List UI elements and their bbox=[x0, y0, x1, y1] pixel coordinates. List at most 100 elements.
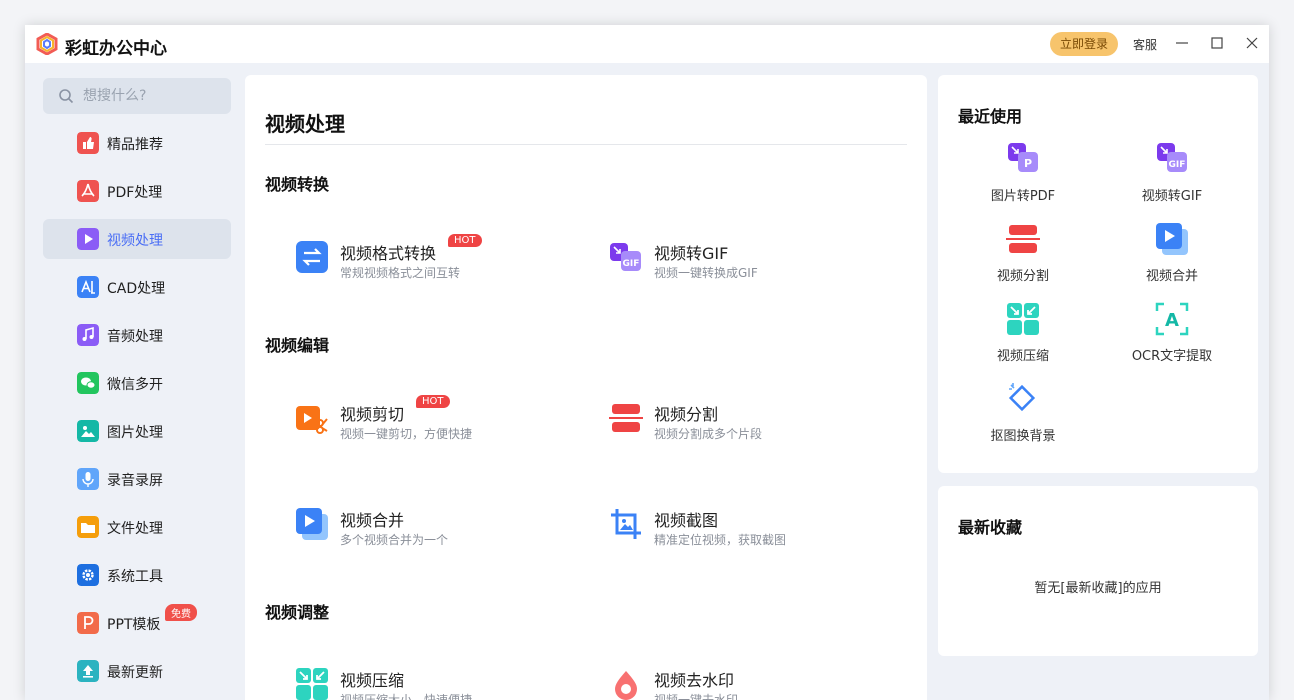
watermark-icon bbox=[615, 671, 637, 700]
svg-text:P: P bbox=[1024, 157, 1032, 170]
recent-label: 视频分割 bbox=[996, 269, 1049, 284]
sidebar-item-image[interactable]: 图片处理 bbox=[43, 411, 231, 451]
recent-label: 图片转PDF bbox=[990, 189, 1056, 204]
tool-desc: 视频一键转换成GIF bbox=[654, 266, 758, 280]
sidebar-item-pdf[interactable]: PDF处理 bbox=[43, 171, 231, 211]
section-title: 视频编辑 bbox=[265, 336, 330, 355]
split-icon bbox=[609, 404, 643, 432]
tool-video-compress[interactable]: 视频压缩 视频压缩大小，快速便捷 bbox=[295, 667, 575, 700]
tool-video-remove-watermark[interactable]: 视频去水印 视频一键去水印 bbox=[609, 667, 889, 700]
app-title: 彩虹办公中心 bbox=[65, 39, 167, 59]
microphone-icon bbox=[77, 468, 99, 490]
tool-name: 视频剪切 bbox=[340, 405, 405, 424]
wechat-icon bbox=[77, 372, 99, 394]
sidebar-item-wechat[interactable]: 微信多开 bbox=[43, 363, 231, 403]
merge-icon bbox=[296, 508, 328, 540]
recent-item-cutout[interactable]: 抠图换背景 bbox=[953, 381, 1093, 451]
sidebar-item-label: 系统工具 bbox=[107, 569, 163, 585]
recent-label: 视频转GIF bbox=[1141, 189, 1203, 204]
minimize-icon[interactable] bbox=[1174, 35, 1190, 51]
tool-video-split[interactable]: 视频分割 视频分割成多个片段 bbox=[609, 401, 889, 451]
recent-label: OCR文字提取 bbox=[1131, 349, 1213, 364]
sidebar-item-cad[interactable]: CAD处理 bbox=[43, 267, 231, 307]
tool-desc: 精准定位视频，获取截图 bbox=[654, 533, 787, 547]
sidebar-item-label: 文件处理 bbox=[107, 521, 163, 537]
scissors-icon bbox=[296, 406, 328, 434]
sidebar-item-label: 视频处理 bbox=[107, 233, 163, 249]
login-button[interactable]: 立即登录 bbox=[1050, 32, 1118, 56]
search-input[interactable] bbox=[83, 78, 223, 114]
compress-icon bbox=[296, 668, 328, 700]
divider bbox=[265, 144, 907, 145]
sidebar-item-featured[interactable]: 精品推荐 bbox=[43, 123, 231, 163]
hot-badge: HOT bbox=[416, 395, 450, 408]
recent-item-video-merge[interactable]: 视频合并 bbox=[1102, 221, 1242, 291]
tool-video-to-gif[interactable]: GIF 视频转GIF 视频一键转换成GIF bbox=[609, 240, 889, 290]
recent-label: 视频压缩 bbox=[996, 349, 1049, 364]
tool-desc: 视频一键剪切，方便快捷 bbox=[340, 427, 473, 441]
hot-badge: HOT bbox=[448, 234, 482, 247]
tool-video-format-convert[interactable]: 视频格式转换 HOT 常规视频格式之间互转 bbox=[295, 234, 575, 290]
favorites-panel: 最新收藏 暂无[最新收藏]的应用 bbox=[938, 486, 1258, 656]
tool-name: 视频格式转换 bbox=[340, 244, 437, 263]
sidebar-item-label: CAD处理 bbox=[107, 281, 166, 297]
sidebar-item-label: 录音录屏 bbox=[107, 473, 163, 489]
tool-video-screenshot[interactable]: 视频截图 精准定位视频，获取截图 bbox=[609, 507, 889, 557]
customer-service-link[interactable]: 客服 bbox=[1133, 36, 1157, 53]
page-title: 视频处理 bbox=[265, 112, 345, 136]
svg-text:GIF: GIF bbox=[623, 259, 640, 269]
music-icon bbox=[77, 324, 99, 346]
search-box[interactable] bbox=[43, 78, 231, 114]
recent-item-video-compress[interactable]: 视频压缩 bbox=[953, 301, 1093, 371]
sidebar-item-file[interactable]: 文件处理 bbox=[43, 507, 231, 547]
tool-desc: 视频一键去水印 bbox=[654, 693, 739, 700]
crop-icon bbox=[611, 509, 641, 539]
close-icon[interactable] bbox=[1244, 35, 1260, 51]
svg-text:GIF: GIF bbox=[1169, 160, 1186, 170]
rainbow-logo-icon bbox=[36, 33, 58, 55]
gif-icon: GIF bbox=[1157, 143, 1187, 172]
title-bar: 彩虹办公中心 立即登录 客服 bbox=[25, 25, 1269, 63]
sidebar-item-label: PDF处理 bbox=[107, 185, 163, 201]
sidebar-item-system[interactable]: 系统工具 bbox=[43, 555, 231, 595]
favorites-title: 最新收藏 bbox=[958, 518, 1023, 537]
ppt-icon bbox=[77, 612, 99, 634]
sidebar-item-label: PPT模板 bbox=[107, 617, 161, 633]
tool-name: 视频去水印 bbox=[654, 671, 735, 690]
split-icon bbox=[1006, 225, 1040, 253]
thumbs-up-icon bbox=[77, 132, 99, 154]
free-badge: 免费 bbox=[165, 604, 197, 621]
sidebar-item-label: 精品推荐 bbox=[107, 137, 163, 153]
tool-video-cut[interactable]: 视频剪切 HOT 视频一键剪切，方便快捷 bbox=[295, 395, 575, 451]
recent-panel: 最近使用 P 图片转PDF GIF 视频转GIF 视频分割 视频合并 视频压缩 … bbox=[938, 75, 1258, 473]
app-window: 彩虹办公中心 立即登录 客服 精品推荐 PDF处理 视频处理 CAD处理 bbox=[25, 25, 1269, 700]
gear-icon bbox=[77, 564, 99, 586]
sidebar-item-label: 微信多开 bbox=[107, 377, 163, 393]
folder-icon bbox=[77, 516, 99, 538]
recent-title: 最近使用 bbox=[958, 107, 1023, 126]
tool-name: 视频转GIF bbox=[654, 244, 729, 263]
recent-label: 抠图换背景 bbox=[990, 429, 1056, 444]
video-play-icon bbox=[77, 228, 99, 250]
tool-desc: 多个视频合并为一个 bbox=[340, 533, 449, 547]
recent-item-video-to-gif[interactable]: GIF 视频转GIF bbox=[1102, 141, 1242, 211]
compress-icon bbox=[1007, 303, 1039, 335]
sidebar-item-updates[interactable]: 最新更新 bbox=[43, 651, 231, 691]
sidebar-item-record[interactable]: 录音录屏 bbox=[43, 459, 231, 499]
tool-video-merge[interactable]: 视频合并 多个视频合并为一个 bbox=[295, 507, 575, 557]
gif-icon: GIF bbox=[610, 243, 641, 271]
sidebar-item-audio[interactable]: 音频处理 bbox=[43, 315, 231, 355]
tool-name: 视频截图 bbox=[654, 511, 719, 530]
tool-desc: 常规视频格式之间互转 bbox=[340, 266, 461, 280]
sidebar-item-video[interactable]: 视频处理 bbox=[43, 219, 231, 259]
recent-item-ocr[interactable]: A OCR文字提取 bbox=[1102, 301, 1242, 371]
recent-item-image-to-pdf[interactable]: P 图片转PDF bbox=[953, 141, 1093, 211]
main-panel: 视频处理 视频转换 视频格式转换 HOT 常规视频格式之间互转 GIF 视频转G… bbox=[245, 75, 927, 700]
recent-label: 视频合并 bbox=[1145, 269, 1198, 284]
pdf-icon bbox=[77, 180, 99, 202]
convert-icon bbox=[296, 241, 328, 273]
sidebar-item-ppt[interactable]: PPT模板 免费 bbox=[43, 603, 231, 643]
recent-item-video-split[interactable]: 视频分割 bbox=[953, 221, 1093, 291]
update-icon bbox=[77, 660, 99, 682]
maximize-icon[interactable] bbox=[1209, 35, 1225, 51]
